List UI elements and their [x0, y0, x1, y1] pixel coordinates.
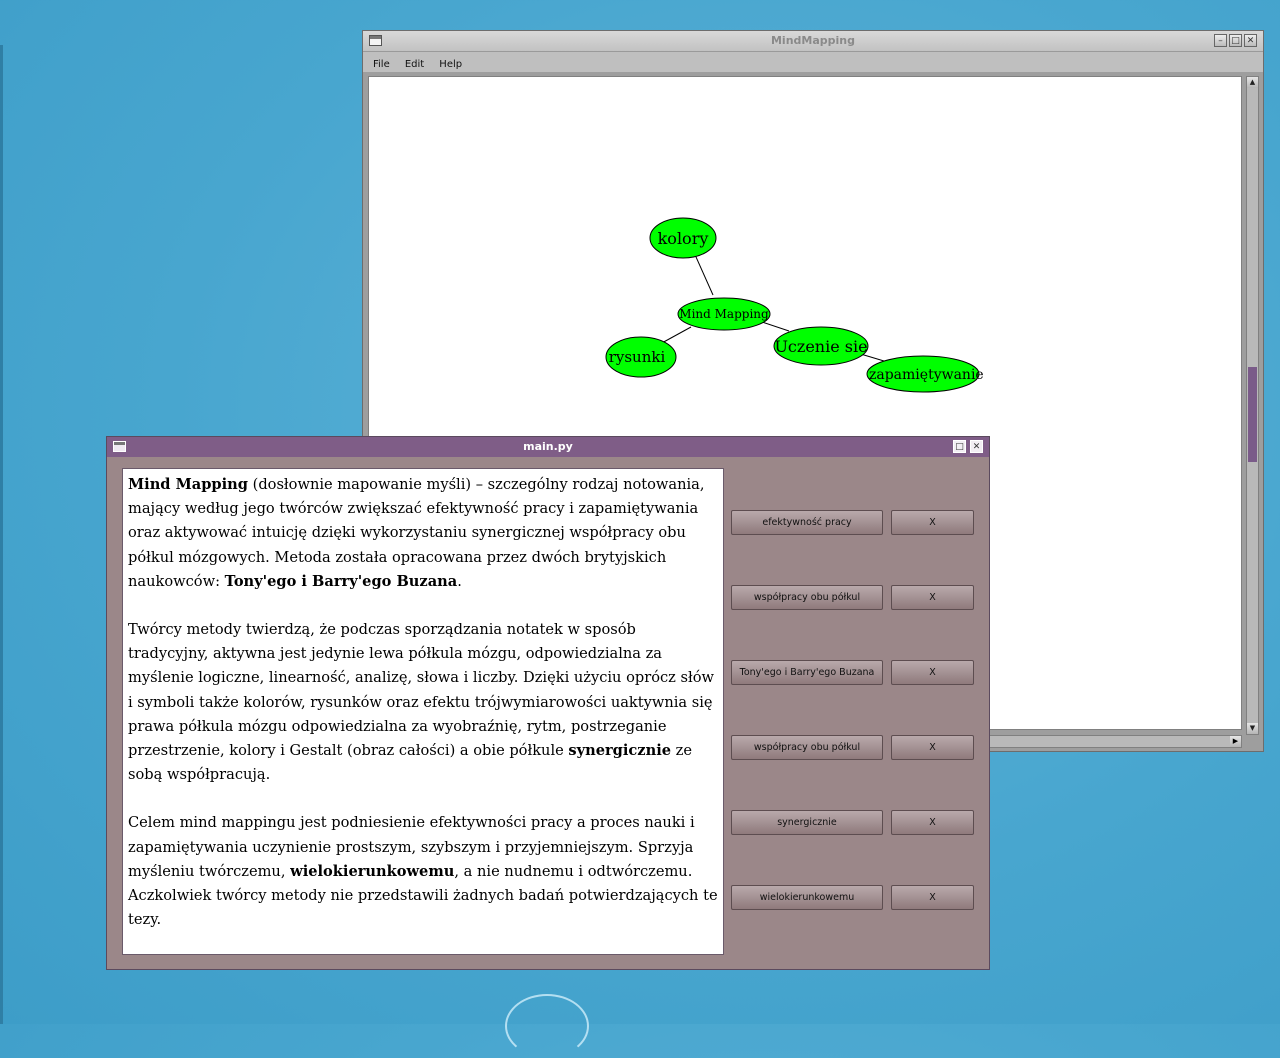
keyword-button-4[interactable]: współpracy obu półkul — [731, 735, 883, 760]
bold-keyword: Tony'ego i Barry'ego Buzana — [224, 572, 458, 590]
remove-keyword-button-5[interactable]: X — [891, 810, 974, 835]
maximize-icon[interactable]: □ — [953, 440, 966, 453]
keyword-button-6[interactable]: wielokierunkowemu — [731, 885, 883, 910]
text-run: Twórcy metody twierdzą, że podczas sporz… — [128, 621, 714, 760]
node-kolory[interactable]: kolory — [649, 217, 717, 259]
menu-help[interactable]: Help — [439, 59, 462, 70]
node-label-uczenie: Uczenie sie — [774, 337, 867, 356]
menu-edit[interactable]: Edit — [405, 59, 424, 70]
article-text[interactable]: Mind Mapping (dosłownie mapowanie myśli)… — [122, 468, 724, 955]
mindmapping-titlebar[interactable]: MindMapping – □ ✕ — [363, 31, 1263, 52]
window-title: MindMapping — [770, 34, 855, 47]
node-uczenie-sie[interactable]: Uczenie sie — [773, 326, 869, 366]
remove-keyword-button-1[interactable]: X — [891, 510, 974, 535]
scroll-thumb[interactable] — [1248, 367, 1257, 462]
vertical-scrollbar[interactable]: ▲ ▼ — [1246, 76, 1259, 735]
desktop-edge — [0, 45, 3, 1024]
node-label-root: Mind Mapping — [679, 307, 769, 321]
menu-file[interactable]: File — [373, 59, 390, 70]
main-window: main.py □ ✕ Mind Mapping (dosłownie mapo… — [106, 436, 990, 970]
minimize-icon[interactable]: – — [1214, 34, 1227, 47]
keyword-button-1[interactable]: efektywność pracy — [731, 510, 883, 535]
keyword-button-3[interactable]: Tony'ego i Barry'ego Buzana — [731, 660, 883, 685]
keyword-button-2[interactable]: współpracy obu półkul — [731, 585, 883, 610]
window-title: main.py — [523, 440, 573, 453]
scroll-right-icon[interactable]: ▶ — [1230, 736, 1241, 747]
node-label-kolory: kolory — [658, 229, 709, 248]
maximize-icon[interactable]: □ — [1229, 34, 1242, 47]
remove-keyword-button-6[interactable]: X — [891, 885, 974, 910]
edge-root-uczenie — [761, 321, 790, 332]
node-label-zapamietywanie: zapamiętywanie — [869, 367, 984, 383]
remove-keyword-button-4[interactable]: X — [891, 735, 974, 760]
node-zapamietywanie[interactable]: zapamiętywanie — [866, 355, 984, 393]
node-mind-mapping[interactable]: Mind Mapping — [677, 297, 771, 331]
article-paragraph: Celem mind mappingu jest podniesienie ef… — [128, 811, 719, 932]
menu-bar: File Edit Help — [363, 52, 1263, 72]
article-paragraph: Twórcy metody twierdzą, że podczas sporz… — [128, 618, 719, 787]
remove-keyword-button-2[interactable]: X — [891, 585, 974, 610]
bold-keyword: Mind Mapping — [128, 476, 248, 493]
bold-keyword: synergicznie — [568, 742, 672, 760]
horizontal-scrollbar[interactable]: ▶ — [989, 735, 1242, 748]
text-run: . — [457, 572, 462, 590]
scroll-down-icon[interactable]: ▼ — [1247, 723, 1258, 734]
node-label-rysunki: rysunki — [609, 348, 666, 366]
article-paragraph: Mind Mapping (dosłownie mapowanie myśli)… — [128, 473, 719, 594]
bold-keyword: wielokierunkowemu — [290, 862, 455, 880]
close-icon[interactable]: ✕ — [1244, 34, 1257, 47]
remove-keyword-button-3[interactable]: X — [891, 660, 974, 685]
desktop-wallpaper-swirl — [505, 994, 589, 1058]
keyword-button-5[interactable]: synergicznie — [731, 810, 883, 835]
scroll-up-icon[interactable]: ▲ — [1247, 77, 1258, 88]
node-rysunki[interactable]: rysunki — [605, 336, 677, 378]
close-icon[interactable]: ✕ — [970, 440, 983, 453]
main-titlebar[interactable]: main.py □ ✕ — [107, 437, 989, 457]
